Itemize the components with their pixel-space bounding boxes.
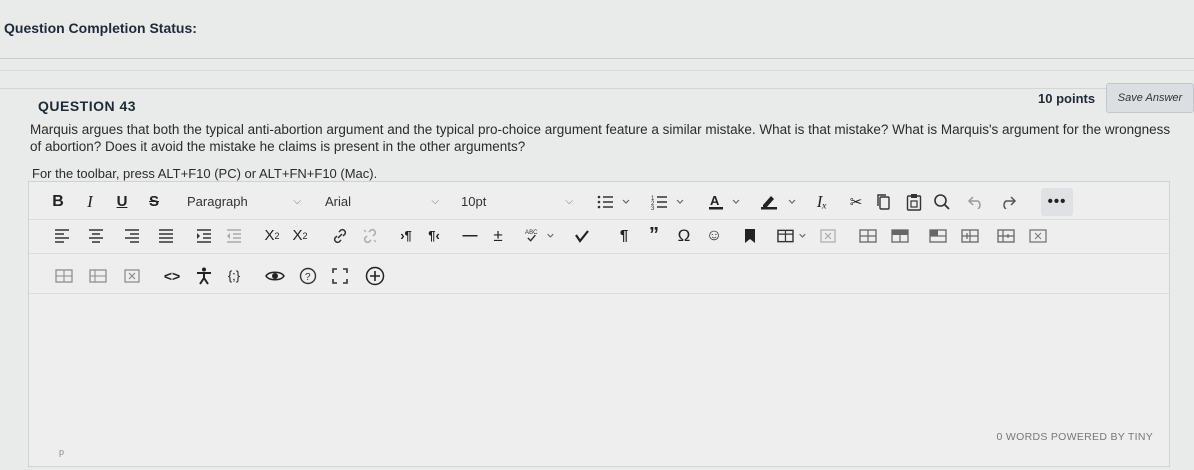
format-select-value: Paragraph bbox=[187, 194, 248, 209]
svg-text:A: A bbox=[710, 193, 720, 208]
underline-icon[interactable]: U bbox=[109, 188, 135, 216]
add-content-icon[interactable] bbox=[361, 262, 389, 290]
code-icon[interactable]: <> bbox=[159, 262, 185, 290]
question-number: QUESTION 43 bbox=[38, 98, 137, 114]
align-left-icon[interactable] bbox=[49, 222, 75, 250]
ltr-icon[interactable]: ›¶ bbox=[393, 222, 419, 250]
align-right-icon[interactable] bbox=[119, 222, 145, 250]
italic-icon[interactable]: I bbox=[77, 188, 103, 216]
code-sample-icon[interactable]: {;} bbox=[221, 262, 247, 290]
divider bbox=[0, 88, 1194, 89]
font-size-select[interactable]: 10pt ⌵ bbox=[455, 188, 579, 216]
svg-text:ABC: ABC bbox=[525, 229, 538, 236]
strikethrough-icon[interactable]: S bbox=[141, 188, 167, 216]
copy-icon[interactable] bbox=[871, 188, 897, 216]
table-icon[interactable] bbox=[773, 222, 813, 250]
table-split-icon[interactable] bbox=[957, 222, 983, 250]
question-completion-status: Question Completion Status: bbox=[4, 20, 197, 36]
toolbar-row-3: <> {;} ? bbox=[29, 258, 1169, 294]
svg-text:?: ? bbox=[305, 272, 311, 283]
more-icon[interactable]: ••• bbox=[1041, 187, 1073, 216]
horizontal-line-icon[interactable]: — bbox=[457, 222, 483, 250]
bookmark-icon[interactable] bbox=[737, 222, 763, 250]
table-delete-icon[interactable] bbox=[815, 222, 841, 250]
omega-icon[interactable]: Ω bbox=[671, 222, 697, 250]
undo-icon[interactable] bbox=[963, 188, 989, 216]
chevron-down-icon: ⌵ bbox=[565, 196, 573, 207]
preview-icon[interactable] bbox=[261, 262, 289, 290]
plus-minus-icon[interactable]: ± bbox=[485, 222, 511, 250]
subscript-icon[interactable]: X2 bbox=[287, 222, 313, 250]
fullscreen-icon[interactable] bbox=[327, 262, 353, 290]
chevron-down-icon: ⌵ bbox=[431, 196, 439, 207]
spellcheck-icon[interactable]: ABC bbox=[521, 222, 561, 250]
check-icon[interactable] bbox=[569, 222, 595, 250]
font-select[interactable]: Arial ⌵ bbox=[319, 188, 445, 216]
font-size-select-value: 10pt bbox=[461, 194, 487, 209]
text-color-icon[interactable]: A bbox=[703, 188, 747, 216]
toolbar-hint: For the toolbar, press ALT+F10 (PC) or A… bbox=[32, 166, 378, 181]
table-col-before-icon[interactable] bbox=[925, 222, 951, 250]
toolbar-row-2: X2 X2 ›¶ ¶‹ — ± ABC ¶ ” Ω ☺ bbox=[29, 218, 1169, 254]
highlight-icon[interactable] bbox=[755, 188, 803, 216]
table-merge-icon[interactable] bbox=[993, 222, 1019, 250]
bold-icon[interactable]: B bbox=[45, 188, 71, 216]
element-path: p bbox=[59, 447, 65, 457]
outdent-icon[interactable] bbox=[221, 222, 247, 250]
font-select-value: Arial bbox=[325, 194, 352, 209]
save-answer-button[interactable]: Save Answer bbox=[1106, 83, 1194, 113]
table-row-before-icon[interactable] bbox=[855, 222, 881, 250]
chevron-down-icon: ⌵ bbox=[293, 196, 301, 207]
cut-icon[interactable]: ✂ bbox=[843, 188, 869, 216]
find-icon[interactable] bbox=[929, 188, 955, 216]
indent-icon[interactable] bbox=[191, 222, 217, 250]
question-text: Marquis argues that both the typical ant… bbox=[30, 122, 1171, 154]
accessibility-icon[interactable] bbox=[191, 262, 217, 290]
unlink-icon[interactable] bbox=[357, 222, 383, 250]
toolbar-row-1: B I U S Paragraph ⌵ Arial ⌵ 10pt ⌵ 123 A… bbox=[29, 184, 1169, 220]
superscript-icon[interactable]: X2 bbox=[259, 222, 285, 250]
format-select[interactable]: Paragraph ⌵ bbox=[181, 188, 307, 216]
table-props-icon[interactable] bbox=[1025, 222, 1051, 250]
paste-icon[interactable] bbox=[901, 188, 927, 216]
link-icon[interactable] bbox=[327, 222, 353, 250]
word-count-footer: 0 WORDS POWERED BY TINY bbox=[996, 431, 1153, 443]
rtl-icon[interactable]: ¶‹ bbox=[421, 222, 447, 250]
align-center-icon[interactable] bbox=[83, 222, 109, 250]
paragraph-mark-icon[interactable]: ¶ bbox=[611, 222, 637, 250]
divider bbox=[0, 70, 1194, 71]
divider bbox=[0, 58, 1194, 59]
clear-formatting-icon[interactable]: Iₓ bbox=[809, 188, 835, 216]
table-insert-row-icon[interactable] bbox=[51, 262, 77, 290]
help-icon[interactable]: ? bbox=[295, 262, 321, 290]
svg-text:3: 3 bbox=[651, 206, 655, 210]
table-insert-col-icon[interactable] bbox=[85, 262, 111, 290]
justify-icon[interactable] bbox=[153, 222, 179, 250]
blockquote-icon[interactable]: ” bbox=[641, 222, 667, 250]
redo-icon[interactable] bbox=[995, 188, 1021, 216]
question-points: 10 points bbox=[1038, 91, 1096, 106]
bullet-list-icon[interactable] bbox=[593, 188, 637, 216]
table-row-after-icon[interactable] bbox=[887, 222, 913, 250]
numbered-list-icon[interactable]: 123 bbox=[647, 188, 691, 216]
rich-text-editor: B I U S Paragraph ⌵ Arial ⌵ 10pt ⌵ 123 A… bbox=[28, 181, 1170, 467]
emoticon-icon[interactable]: ☺ bbox=[701, 222, 727, 250]
table-remove-icon[interactable] bbox=[119, 262, 145, 290]
